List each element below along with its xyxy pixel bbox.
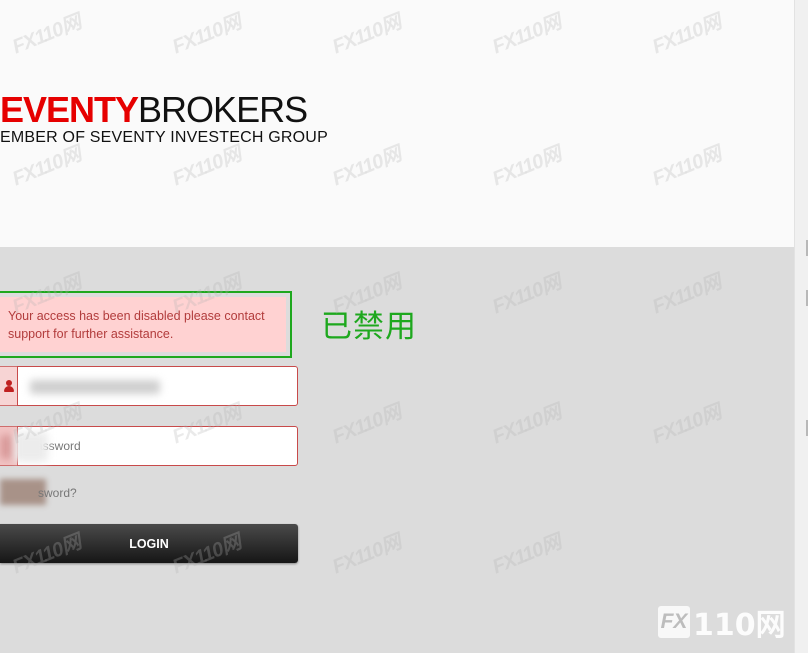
login-button[interactable]: LOGIN (0, 524, 298, 563)
brand-logo[interactable]: EVENTYBROKERS EMBER OF SEVENTY INVESTECH… (0, 88, 328, 148)
forgot-password-link[interactable]: sword? (0, 479, 200, 507)
access-disabled-alert: Your access has been disabled please con… (0, 297, 286, 352)
password-row: Password (0, 426, 298, 466)
password-input[interactable]: Password (17, 426, 298, 466)
logo-tagline: EMBER OF SEVENTY INVESTECH GROUP (0, 129, 328, 146)
disabled-annotation: 已禁用 (321, 309, 417, 345)
forgot-password-label: sword? (38, 486, 77, 500)
logo-wordmark: EVENTYBROKERS (0, 88, 328, 132)
fx-logo-icon: FX (658, 606, 690, 638)
watermark-text: FX110网 (489, 271, 564, 319)
redacted-area (14, 432, 48, 462)
watermark-text: FX110网 (489, 531, 564, 579)
username-row (0, 366, 298, 406)
watermark-text: FX110网 (489, 401, 564, 449)
fx-badge-text: 110网 (693, 608, 786, 643)
redacted-username (30, 380, 160, 394)
logo-black-part: BROKERS (138, 89, 308, 130)
watermark-text: FX110网 (329, 531, 404, 579)
watermark-text: FX110网 (649, 271, 724, 319)
annotation-highlight-box: Your access has been disabled please con… (0, 291, 292, 358)
scrollbar[interactable] (794, 0, 808, 653)
user-icon (0, 366, 18, 406)
logo-red-part: EVENTY (0, 89, 139, 130)
username-input[interactable] (17, 366, 298, 406)
watermark-text: FX110网 (649, 401, 724, 449)
fx110-watermark-badge: FX 110网 (658, 600, 786, 644)
watermark-text: FX110网 (329, 401, 404, 449)
